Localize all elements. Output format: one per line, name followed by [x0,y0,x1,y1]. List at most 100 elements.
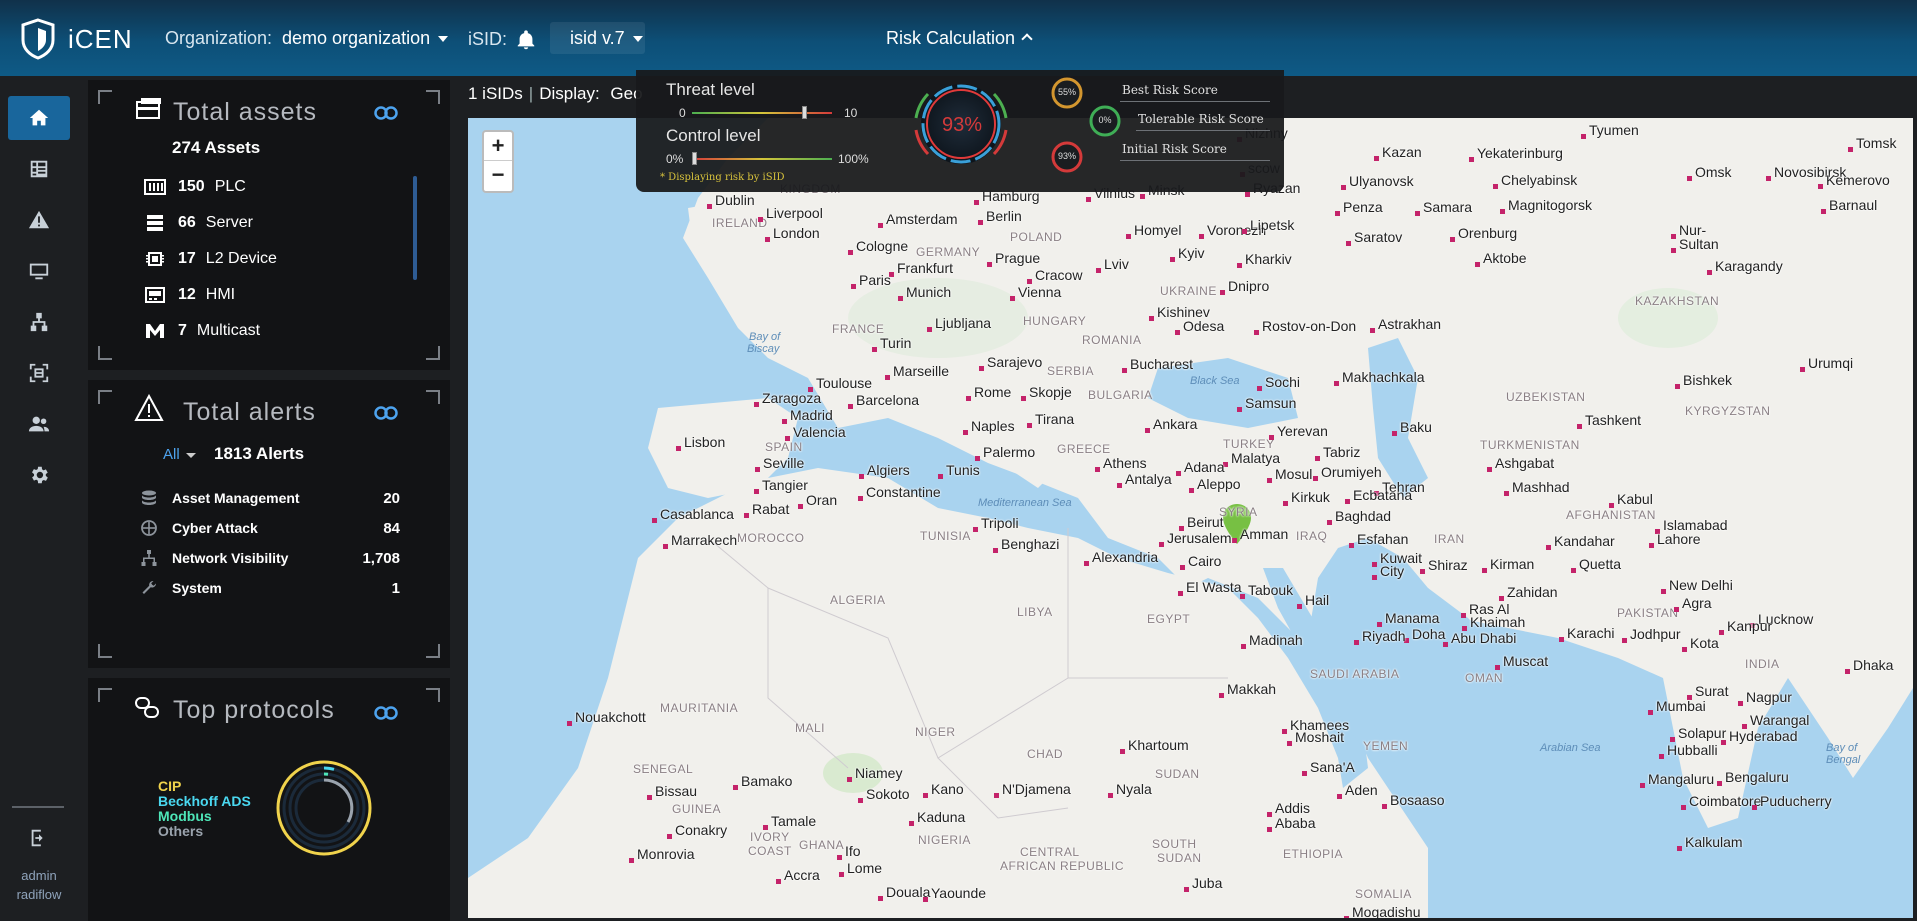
asset-row-multicast[interactable]: 7 Multicast [144,320,260,342]
country-label: SOUTH [1152,837,1197,851]
city-marker [923,897,928,902]
city-marker [1189,488,1194,493]
city-marker [1346,241,1351,246]
city-label: Rome [974,384,1012,400]
city-marker [1302,771,1307,776]
nav-network[interactable] [8,300,70,344]
city-label: Bamako [741,773,793,789]
best-score-line [1120,101,1270,102]
city-marker [1245,192,1250,197]
legend-beckhoff-ads: Beckhoff ADS [158,793,251,809]
risk-calculation-toggle[interactable]: Risk Calculation [886,28,1033,49]
country-label: YEMEN [1363,739,1409,753]
alert-row-system[interactable]: System 1 [140,578,400,598]
city-marker [1086,197,1091,202]
zoom-control: + − [482,130,514,193]
city-marker [1027,423,1032,428]
bell-icon[interactable] [515,29,537,51]
city-marker [1267,478,1272,483]
city-label: Frankfurt [897,260,954,276]
city-marker [1475,262,1480,267]
city-label: Kota [1690,635,1719,651]
city-label: Ecbatana [1353,487,1413,503]
city-label: Amman [1240,526,1289,542]
nav-assets[interactable] [8,249,70,293]
city-marker [1649,543,1654,548]
city-marker [1117,483,1122,488]
country-label: ALGERIA [830,593,886,607]
city-label: Juba [1192,875,1223,891]
country-label: TURKEY [1223,437,1275,451]
link-icon[interactable] [374,106,398,120]
control-max: 100% [838,152,869,166]
city-label: Prague [995,250,1041,266]
total-alerts-title: Total alerts [183,398,316,426]
city-marker [1297,604,1302,609]
best-score-value: 55% [1057,87,1076,97]
zoom-in-button[interactable]: + [484,132,512,161]
nav-home[interactable] [8,96,70,140]
city-marker [1681,805,1686,810]
city-label: Kalkulam [1685,834,1743,850]
city-label: Muscat [1503,653,1549,669]
isid-selector[interactable]: isid v.7 [550,22,645,54]
asset-row-hmi[interactable]: 12 HMI [144,284,235,306]
asset-row-l2-device[interactable]: 17 L2 Device [144,248,277,270]
control-slider-handle[interactable] [692,152,697,165]
protocol-link-icon [135,697,159,718]
geo-map[interactable]: Bay of Biscay Black Sea Mediterranean Sea Ar… [468,118,1913,918]
logout-button[interactable] [8,816,70,860]
city-label: Homyel [1134,222,1182,238]
nav-dashboard[interactable] [8,147,70,191]
network-icon [141,550,157,566]
city-marker [733,785,738,790]
city-label: Makhachkala [1342,369,1425,385]
city-marker [1415,211,1420,216]
country-label: LIBYA [1017,605,1053,619]
city-label: Liverpool [766,205,823,221]
asset-row-server[interactable]: 66 Server [144,212,253,234]
city-label: Paris [859,272,891,288]
chevron-up-icon [1021,33,1033,45]
city-marker [1674,607,1679,612]
tolerable-score-value: 0% [1098,115,1112,125]
alert-row-asset-management[interactable]: Asset Management 20 [140,488,400,508]
country-label: SAUDI ARABIA [1310,667,1400,681]
threat-slider-track[interactable] [692,112,832,114]
city-label: Tunis [946,462,980,478]
asset-row-plc[interactable]: 150 PLC [144,176,246,198]
organization-selector[interactable]: demo organization [282,28,449,49]
city-label: Accra [784,867,820,883]
city-label: Monrovia [637,846,695,862]
city-marker [1559,637,1564,642]
alert-row-cyber-attack[interactable]: Cyber Attack 84 [140,518,400,538]
alerts-filter-dropdown[interactable]: All [163,446,196,463]
nav-scan[interactable] [8,351,70,395]
risk-calculation-panel: Threat level 0 10 Control level 0% 100% … [636,70,1284,192]
city-label: Hubballi [1667,742,1718,758]
city-label: Zahidan [1507,584,1558,600]
city-marker [782,419,787,424]
city-label: Kharkiv [1245,251,1292,267]
city-marker [1269,435,1274,440]
control-slider-track[interactable] [692,158,832,160]
city-label: Kaduna [917,809,966,825]
map-header: 1 iSIDs | Display: Geo [468,84,643,103]
zoom-out-button[interactable]: − [484,161,512,190]
legend-cip: CIP [158,778,182,794]
link-icon[interactable] [374,406,398,420]
city-label: Ankara [1153,416,1198,432]
city-marker [1800,367,1805,372]
threat-slider-handle[interactable] [802,106,807,119]
city-label: Mumbai [1656,698,1706,714]
city-label: Khartoum [1128,737,1189,753]
city-marker [994,793,999,798]
alert-row-network-visibility[interactable]: Network Visibility 1,708 [140,548,400,568]
shield-logo-icon [21,18,55,60]
nav-settings[interactable] [8,453,70,497]
nav-alerts[interactable] [8,198,70,242]
city-label: Valencia [793,424,846,440]
nav-users[interactable] [8,402,70,446]
link-icon[interactable] [374,706,398,720]
city-marker [676,446,681,451]
